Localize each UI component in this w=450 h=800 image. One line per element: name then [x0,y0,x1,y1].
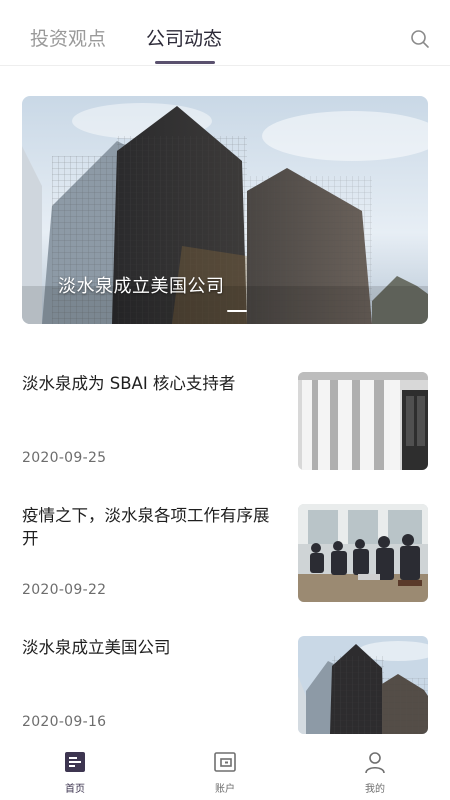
nav-me[interactable]: 我的 [345,750,405,795]
news-date: 2020-09-16 [22,714,107,730]
active-tab-indicator [155,61,215,64]
wallet-icon [214,752,236,772]
nav-me-label: 我的 [365,784,385,795]
news-thumbnail [298,636,428,734]
nav-home-label: 首页 [65,784,85,795]
news-date: 2020-09-22 [22,582,107,598]
news-title: 淡水泉成为 SBAI 核心支持者 [22,374,236,393]
carousel-indicator [227,310,247,312]
bottom-navigation: 首页 账户 我的 [0,740,450,800]
news-title: 疫情之下，淡水泉各项工作有序展开 [22,506,270,548]
search-icon[interactable] [410,29,430,49]
user-icon [365,752,385,774]
banner-caption: 淡水泉成立美国公司 [58,276,225,297]
news-thumbnail [298,504,428,602]
home-icon [65,752,85,772]
featured-banner[interactable]: 淡水泉成立美国公司 [22,96,428,324]
news-date: 2020-09-25 [22,450,107,466]
news-item[interactable]: 淡水泉成立美国公司 2020-09-16 [22,636,428,734]
news-title: 淡水泉成立美国公司 [22,638,171,657]
news-item[interactable]: 疫情之下，淡水泉各项工作有序展开 2020-09-22 [22,504,428,602]
nav-account-label: 账户 [215,784,235,795]
nav-home[interactable]: 首页 [45,750,105,795]
news-item[interactable]: 淡水泉成为 SBAI 核心支持者 2020-09-25 [22,372,428,470]
news-thumbnail [298,372,428,470]
buildings-image [298,636,428,734]
nav-account[interactable]: 账户 [195,750,255,795]
columns-image [298,372,428,470]
tab-company-news[interactable]: 公司动态 [146,26,222,52]
top-tab-bar: 投资观点 公司动态 [0,0,450,66]
tab-investment-views[interactable]: 投资观点 [30,26,106,52]
meeting-image [298,504,428,602]
